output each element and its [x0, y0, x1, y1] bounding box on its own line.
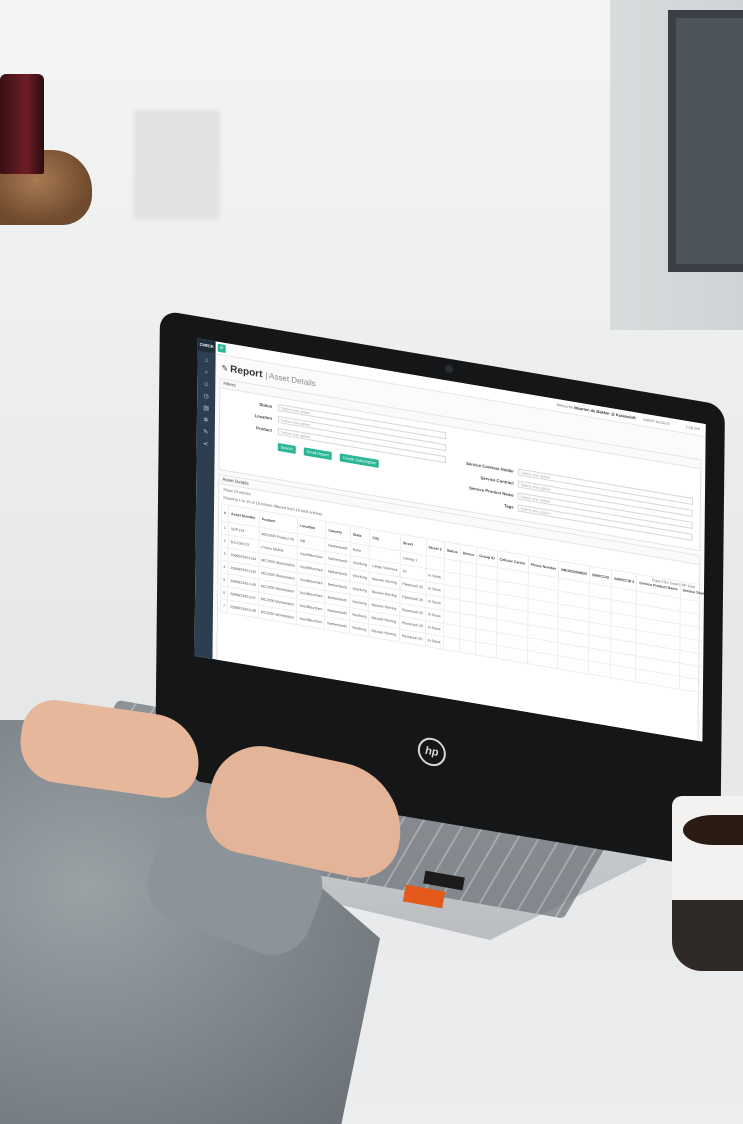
- search-icon[interactable]: ⌕: [203, 369, 209, 377]
- menu-toggle-button[interactable]: ≡: [217, 343, 226, 354]
- cell: Voorburg: [349, 620, 369, 637]
- cell: In Stock: [424, 633, 444, 650]
- home-icon[interactable]: ⌂: [204, 357, 210, 365]
- welcome-text: Welcome Maarten de Bakker @ Kutasoloft: [556, 402, 635, 420]
- cell: Netherlands: [324, 616, 350, 634]
- email-report-button[interactable]: Email Report: [303, 447, 332, 460]
- search-button[interactable]: Search: [277, 442, 296, 454]
- status-label: Status: [259, 401, 273, 409]
- clock-icon[interactable]: ◷: [203, 393, 209, 400]
- picture-frame-inner: [676, 18, 743, 264]
- logout-link[interactable]: Log out: [686, 424, 699, 431]
- red-vase: [0, 74, 44, 174]
- welcome-prefix: Welcome: [556, 401, 574, 410]
- hp-logo: hp: [417, 735, 446, 769]
- document-icon[interactable]: ▤: [203, 405, 209, 412]
- show-suffix: entries: [239, 490, 251, 497]
- page-subtitle: | Asset Details: [265, 370, 316, 389]
- service-contract-label: Service Contract: [480, 475, 514, 486]
- service-product-name-label: Service Product Name: [469, 485, 514, 498]
- show-count[interactable]: 10: [234, 489, 238, 494]
- show-entries: Show 10 entries: [223, 488, 250, 497]
- sidebar: CHECK ⌂ ⌕ ☺ ◷ ▤ ✲ ✎ ≺: [194, 338, 216, 659]
- webcam-icon: [444, 364, 453, 374]
- service-contract-holder-label: Service Contract Holder: [466, 460, 514, 474]
- user-name: Maarten de Bakker @ Kutasoloft: [574, 404, 636, 421]
- coffee-surface: [683, 815, 743, 845]
- location-label: Location: [254, 412, 273, 421]
- switch-account-link[interactable]: switch account: [643, 417, 669, 426]
- wrench-icon: ✎: [221, 363, 229, 374]
- brand-logo: CHECK: [197, 338, 216, 354]
- user-icon[interactable]: ☺: [203, 381, 209, 388]
- page-title-main: Report: [230, 363, 263, 381]
- settings-icon[interactable]: ✲: [203, 417, 209, 424]
- tags-label: Tags: [504, 503, 514, 510]
- create-subscription-button[interactable]: Create Subscription: [339, 453, 380, 468]
- laptop-screen: CHECK ⌂ ⌕ ☺ ◷ ▤ ✲ ✎ ≺ ≡ Welcome Maarten …: [194, 338, 706, 742]
- blurred-box: [134, 110, 220, 220]
- share-icon[interactable]: ≺: [203, 441, 209, 448]
- wrench-icon[interactable]: ✎: [203, 429, 209, 436]
- coffee-mug-band: [672, 900, 743, 971]
- photo-scene: hp CHECK ⌂ ⌕ ☺ ◷ ▤ ✲ ✎ ≺ ≡ Welcome Maart…: [0, 0, 743, 1124]
- product-label: Product: [256, 425, 272, 433]
- show-prefix: Show: [223, 487, 233, 494]
